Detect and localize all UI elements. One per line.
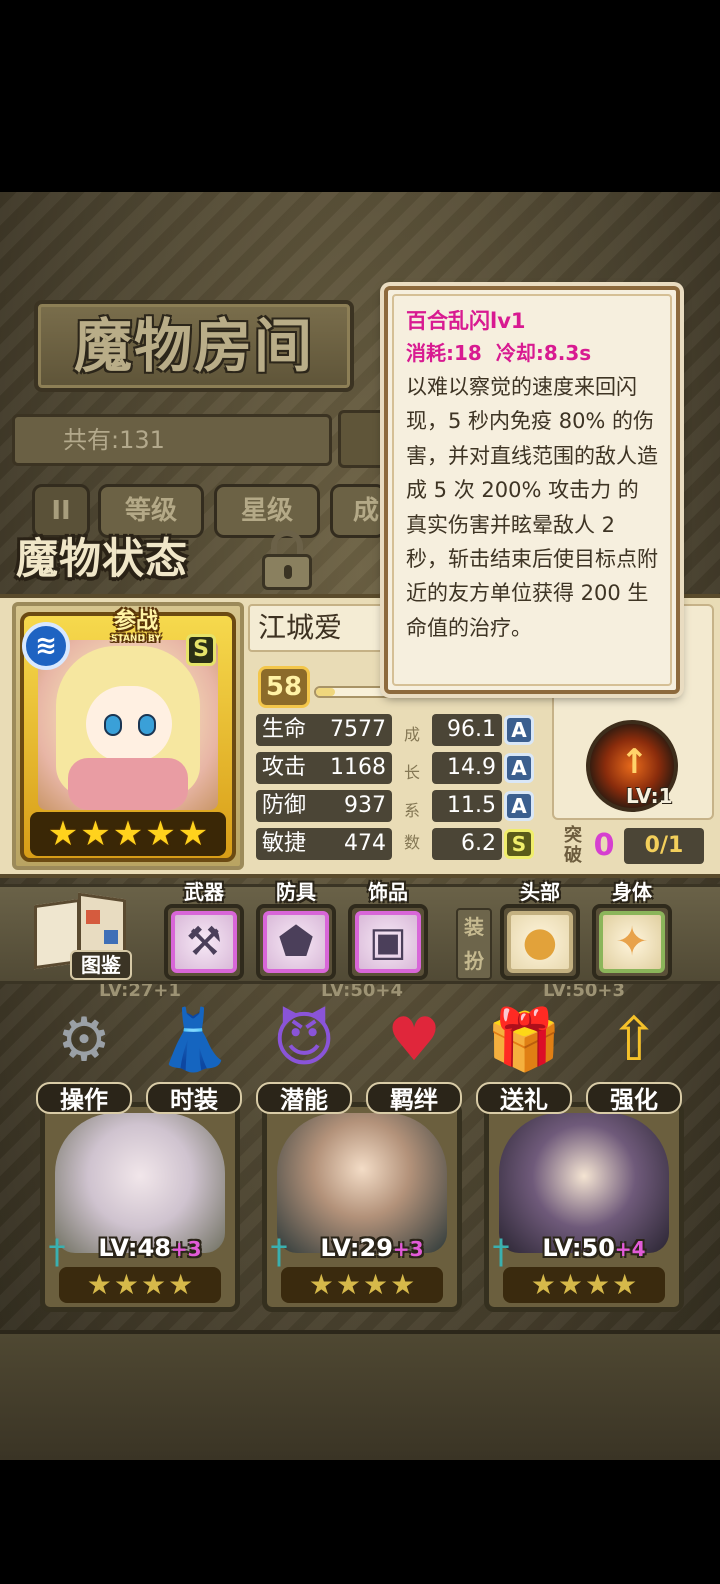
growth-label: 成 <box>403 725 420 744</box>
sword-icon: ↑ <box>620 742 649 782</box>
weapon-slot[interactable]: ⚒ <box>164 904 244 980</box>
growth-agility: 6.2 <box>432 828 502 860</box>
growth-hp: 96.1 <box>432 714 502 746</box>
dress-label: 装扮 <box>456 908 492 980</box>
skill-cost: 消耗:18 <box>406 341 482 365</box>
demon-icon: 😈 <box>272 1005 336 1075</box>
skill-level: LV:1 <box>626 784 673 808</box>
hearts-icon: ♥ <box>387 1005 441 1075</box>
stat-hp: 生命 7577 <box>256 714 392 746</box>
growth-label: 长 <box>403 763 420 782</box>
roster-level: LV:48+3 <box>98 1234 202 1262</box>
potential-button[interactable]: 😈 潜能 <box>256 996 352 1116</box>
roster-card[interactable]: † LV:29+3 ★ ★ ★ ★ <box>262 1102 462 1312</box>
roster-stars: ★ ★ ★ ★ <box>503 1267 665 1303</box>
standby-badge: 参战 STAND BY <box>111 609 161 645</box>
upgrade-arrow-icon: ⇧ <box>608 1005 660 1075</box>
skill-cost-cooldown: 消耗:18 冷却:8.3s <box>406 338 666 368</box>
wrench-icon: ⚒ <box>186 919 222 965</box>
egg-icon: ● <box>522 919 558 965</box>
grade-badge: A <box>504 791 534 821</box>
fashion-button[interactable]: 👗 时装 <box>146 996 242 1116</box>
tablet-icon: ▣ <box>369 919 407 965</box>
room-title: 魔物房间 <box>34 300 354 392</box>
gear-icon: ⚙ <box>57 1005 111 1075</box>
rank-badge: S <box>186 634 216 666</box>
skill-description: 以难以察觉的速度来回闪现，5 秒内免疫 80% 的伤害，并对直线范围的敌人造成 … <box>406 375 658 640</box>
room-filter-button[interactable] <box>338 410 388 468</box>
roster-level: LV:50+4 <box>542 1234 646 1262</box>
level-badge: 58 <box>258 666 310 708</box>
breakthrough-count: 0 <box>593 828 615 863</box>
stat-defense: 防御 937 <box>256 790 392 822</box>
stat-agility: 敏捷 474 <box>256 828 392 860</box>
roster-stars: ★ ★ ★ ★ <box>281 1267 443 1303</box>
accessory-label: 饰品 <box>368 880 408 904</box>
water-icon: ≋ <box>22 622 70 670</box>
growth-defense: 11.5 <box>432 790 502 822</box>
encyclopedia-button[interactable]: 图鉴 <box>70 950 132 980</box>
growth-label: 系 <box>403 801 420 820</box>
roster-card[interactable]: † LV:48+3 ★ ★ ★ ★ <box>40 1102 240 1312</box>
armor-label: 防具 <box>276 880 316 904</box>
stat-attack: 攻击 1168 <box>256 752 392 784</box>
growth-label: 数 <box>403 833 420 852</box>
room-floor <box>0 1330 720 1460</box>
weapon-label: 武器 <box>184 880 224 904</box>
star-rating: ★ ★ ★ ★ ★ <box>30 812 226 856</box>
breakthrough-label: 突破 <box>564 825 582 866</box>
operate-button[interactable]: ⚙ 操作 <box>36 996 132 1116</box>
head-label: 头部 <box>520 880 560 904</box>
breakthrough-progress[interactable]: 0/1 <box>624 828 704 864</box>
head-slot[interactable]: ● <box>500 904 580 980</box>
stars-icon: ✦ <box>615 919 649 965</box>
character-name: 江城爱 <box>248 604 398 652</box>
armor-slot[interactable]: ⬟ <box>256 904 336 980</box>
exp-bar <box>314 686 394 698</box>
gift-icon: 🎁 <box>486 1005 562 1075</box>
accessory-slot[interactable]: ▣ <box>348 904 428 980</box>
roster-stars: ★ ★ ★ ★ <box>59 1267 221 1303</box>
total-count: 共有:131 <box>12 414 332 466</box>
dress-icon: 👗 <box>156 1005 232 1075</box>
grade-badge: S <box>504 829 534 859</box>
skill-cooldown: 冷却:8.3s <box>495 341 592 365</box>
shield-icon: ⬟ <box>278 919 314 965</box>
roster-card[interactable]: † LV:50+4 ★ ★ ★ ★ <box>484 1102 684 1312</box>
status-title: 魔物状态 <box>16 534 189 583</box>
bond-button[interactable]: ♥ 羁绊 <box>366 996 462 1116</box>
enhance-button[interactable]: ⇧ 强化 <box>586 996 682 1116</box>
grade-badge: A <box>504 753 534 783</box>
tab-growth[interactable]: 成 <box>330 484 386 538</box>
lock-icon[interactable] <box>258 530 316 590</box>
body-slot[interactable]: ✦ <box>592 904 672 980</box>
body-label: 身体 <box>612 880 652 904</box>
growth-attack: 14.9 <box>432 752 502 784</box>
roster-level: LV:29+3 <box>320 1234 424 1262</box>
grade-badge: A <box>504 715 534 745</box>
gift-button[interactable]: 🎁 送礼 <box>476 996 572 1116</box>
skill-name: 百合乱闪lv1 <box>406 309 526 333</box>
